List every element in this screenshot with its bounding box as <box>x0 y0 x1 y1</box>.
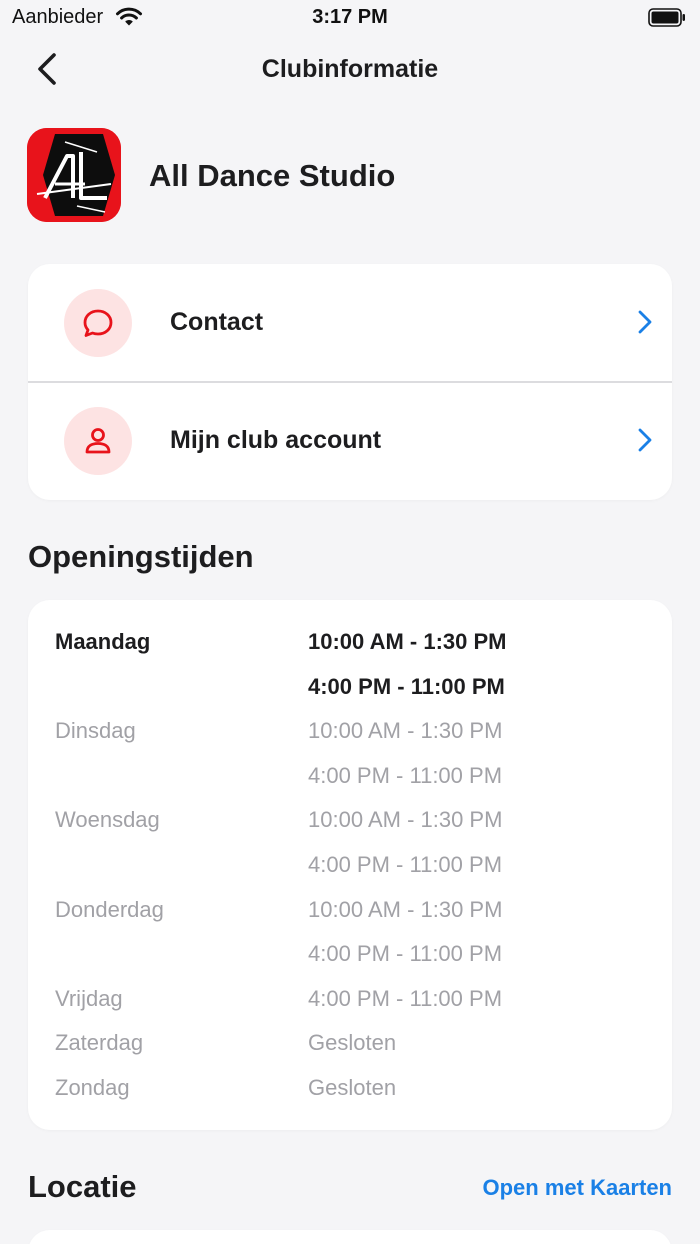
hours-row: Maandag 10:00 AM - 1:30 PM <box>55 620 655 665</box>
opening-hours-card: Maandag 10:00 AM - 1:30 PM 4:00 PM - 11:00… <box>28 600 672 1130</box>
hours-time: 4:00 PM - 11:00 PM <box>308 851 503 877</box>
hours-row: Woensdag 10:00 AM - 1:30 PM <box>55 798 655 843</box>
hours-row: Zaterdag Gesloten <box>55 1021 655 1066</box>
hours-row: Donderdag 10:00 AM - 1:30 PM <box>55 888 655 933</box>
contact-label: Contact <box>170 308 264 336</box>
hours-row: 4:00 PM - 11:00 PM <box>55 932 655 977</box>
club-name: All Dance Studio <box>149 158 396 193</box>
open-maps-link[interactable]: Open met Kaarten <box>483 1175 673 1201</box>
chevron-right-icon <box>638 428 652 452</box>
battery-icon <box>648 8 685 27</box>
hours-time: 10:00 AM - 1:30 PM <box>308 629 507 654</box>
hours-time: 4:00 PM - 11:00 PM <box>308 673 505 699</box>
hours-day: Woensdag <box>55 807 160 833</box>
hours-row: Zondag Gesloten <box>55 1066 655 1111</box>
opening-hours-heading: Openingstijden <box>28 539 254 574</box>
hours-day: Zondag <box>55 1074 130 1100</box>
hours-day: Zaterdag <box>55 1030 144 1056</box>
hours-day: Donderdag <box>55 896 164 922</box>
hours-row: 4:00 PM - 11:00 PM <box>55 665 655 710</box>
club-account-label: Mijn club account <box>170 426 382 454</box>
club-logo-emblem-icon <box>27 128 121 222</box>
hours-row: 4:00 PM - 11:00 PM <box>55 754 655 799</box>
hours-day: Dinsdag <box>55 718 136 744</box>
location-card <box>28 1230 672 1244</box>
account-icon-badge <box>64 407 132 475</box>
hours-time: Gesloten <box>308 1030 397 1056</box>
hours-time: 10:00 AM - 1:30 PM <box>308 807 503 833</box>
hours-time: 4:00 PM - 11:00 PM <box>308 941 503 967</box>
hours-row: Vrijdag 4:00 PM - 11:00 PM <box>55 977 655 1022</box>
contact-icon-badge <box>64 289 132 357</box>
chat-bubble-icon <box>83 309 113 337</box>
club-menu-card: Contact Mijn club account <box>28 264 672 500</box>
chevron-right-icon <box>638 310 652 334</box>
navigation-bar: Clubinformatie <box>0 40 700 98</box>
hours-day: Maandag <box>55 629 151 654</box>
contact-row[interactable]: Contact <box>28 264 672 382</box>
club-logo <box>27 128 121 222</box>
hours-time: 10:00 AM - 1:30 PM <box>308 896 503 922</box>
clock: 3:17 PM <box>312 6 388 28</box>
hours-time: 10:00 AM - 1:30 PM <box>308 718 503 744</box>
hours-row: Dinsdag 10:00 AM - 1:30 PM <box>55 709 655 754</box>
page-title: Clubinformatie <box>261 55 439 83</box>
hours-row: 4:00 PM - 11:00 PM <box>55 843 655 888</box>
club-account-row[interactable]: Mijn club account <box>28 382 672 500</box>
location-heading: Locatie <box>28 1169 137 1204</box>
hours-day: Vrijdag <box>55 985 123 1011</box>
hours-time: Gesloten <box>308 1074 397 1100</box>
status-bar: Aanbieder 3:17 PM <box>0 0 700 36</box>
club-info-screen: Aanbieder 3:17 PM Clubinformatie All Dan… <box>0 0 700 1244</box>
hours-time: 4:00 PM - 11:00 PM <box>308 762 503 788</box>
user-icon <box>85 428 111 454</box>
hours-time: 4:00 PM - 11:00 PM <box>308 985 503 1011</box>
opening-hours-list: Maandag 10:00 AM - 1:30 PM 4:00 PM - 11:00… <box>55 620 655 1111</box>
